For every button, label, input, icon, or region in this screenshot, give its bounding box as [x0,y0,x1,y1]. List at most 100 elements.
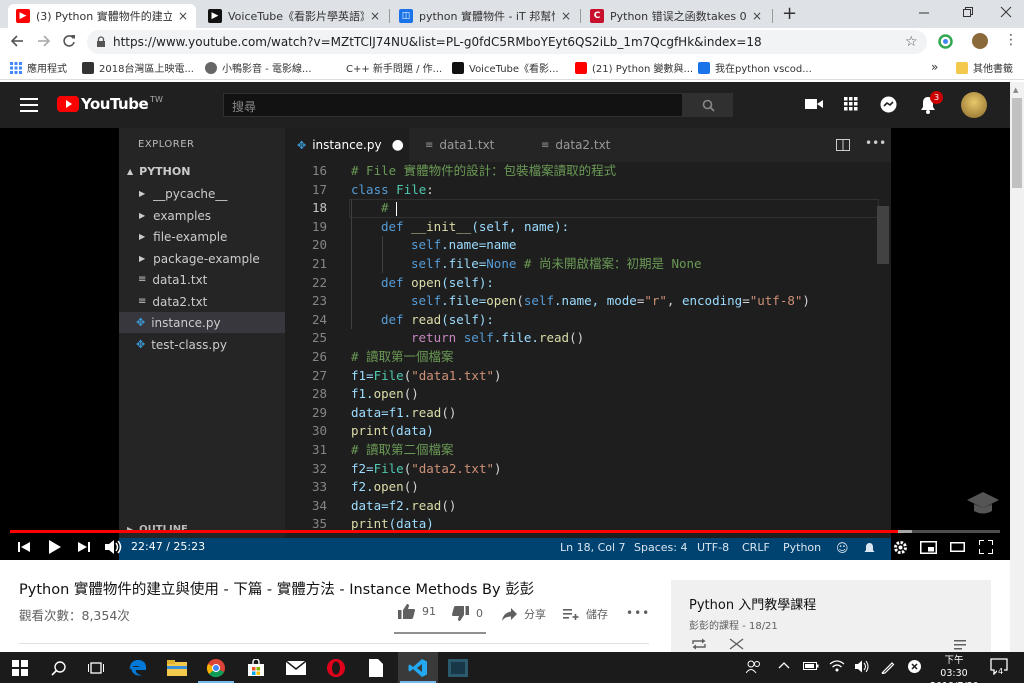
code-line-33: f2.open() [351,478,419,497]
chrome-icon[interactable] [204,656,228,680]
code-token: read [538,330,570,346]
extension-icon[interactable] [938,34,953,49]
dislike-button[interactable]: 0 [452,606,483,621]
volume-icon[interactable] [105,540,123,554]
other-bookmarks[interactable]: 其他書籤 [956,60,1013,75]
tree-item[interactable]: ▶ examples [119,205,285,226]
fullscreen-icon[interactable] [979,540,993,554]
video-progress-bar[interactable] [10,530,1000,533]
editor-tab-instance[interactable]: ✥ instance.py ● [285,128,409,162]
scrollbar-thumb[interactable] [1012,98,1022,188]
clock[interactable]: 下午 03:30 2019/7/30 [930,654,979,693]
create-video-icon[interactable] [805,97,823,111]
theater-mode-icon[interactable] [950,542,965,552]
editor-tab-data2[interactable]: ≡ data2.txt [529,128,639,162]
code-editor[interactable]: 16 17 18 19 20 21 22 23 24 25 26 27 28 2… [285,162,891,538]
people-icon[interactable] [746,660,762,674]
bookmark-vscode[interactable]: 我在python vscod... [698,60,812,75]
loop-icon[interactable] [691,638,707,650]
battery-icon[interactable] [803,661,819,671]
bookmark-movies[interactable]: 2018台灣區上映電... [82,60,194,75]
miniplayer-icon[interactable] [920,541,937,554]
bookmark-duck[interactable]: 小鴨影音 - 電影線... [205,60,312,75]
profile-avatar[interactable] [972,33,988,49]
close-tab-icon[interactable]: × [370,9,380,23]
tab-voicetube[interactable]: ▶ VoiceTube《看影片學英語》60 × [200,4,388,28]
code-token: self [411,256,442,271]
playlist-panel[interactable]: Python 入門教學課程 彭彭的課程 - 18/21 [671,580,991,652]
tree-item[interactable]: ▶ __pycache__ [119,183,285,204]
close-circle-icon[interactable] [907,659,922,674]
mail-icon[interactable] [284,656,308,680]
close-tab-icon[interactable]: × [178,9,188,23]
file-explorer-icon[interactable] [165,656,189,680]
bookmark-python-variables[interactable]: (21) Python 變數與... [575,60,693,75]
task-view-icon[interactable] [84,656,108,680]
edge-browser-icon[interactable] [126,656,150,680]
pen-icon[interactable] [881,660,895,674]
search-icon[interactable] [46,656,70,680]
bookmark-voicetube[interactable]: VoiceTube《看影... [452,60,559,75]
tree-item[interactable]: ▶ package-example [119,248,285,269]
bookmarks-overflow-button[interactable]: » [931,60,938,74]
hamburger-menu-icon[interactable] [20,98,38,112]
shuffle-icon[interactable] [729,638,745,650]
back-arrow-icon[interactable] [10,34,24,48]
store-icon[interactable] [244,656,268,680]
bookmark-apps[interactable]: 應用程式 [10,60,67,75]
editor-scrollbar-thumb[interactable] [877,206,889,264]
apps-grid-icon[interactable] [844,97,858,111]
next-icon[interactable] [78,541,90,553]
tree-item[interactable]: ≡ data2.txt [119,291,285,312]
playlist-menu-icon[interactable] [954,638,970,650]
lock-icon[interactable] [96,36,106,48]
youtube-logo[interactable]: YouTube TW [57,95,163,113]
video-player[interactable]: EXPLORER ▲ PYTHON ▶ __pycache__ ▶ exampl… [0,128,1010,560]
close-window-icon[interactable] [1000,4,1012,20]
restore-icon[interactable] [962,4,974,20]
speaker-icon[interactable] [855,660,871,673]
chrome-menu-icon[interactable]: ⋮ [1004,32,1018,48]
share-button[interactable]: 分享 [502,606,546,622]
windows-start-icon[interactable] [8,656,32,680]
page-scrollbar[interactable]: ▲ [1010,82,1024,652]
settings-gear-icon[interactable] [893,540,908,555]
minimize-icon[interactable] [918,4,930,20]
opera-icon[interactable] [324,656,348,680]
chevron-up-icon[interactable] [778,661,790,669]
previous-icon[interactable] [18,541,30,553]
like-button[interactable]: 91 [398,604,436,619]
tab-youtube[interactable]: ▶ (3) Python 實體物件的建立與使用 × [8,4,196,28]
vscode-window: EXPLORER ▲ PYTHON ▶ __pycache__ ▶ exampl… [119,128,891,538]
split-editor-icon[interactable] [836,139,850,151]
more-actions-button[interactable]: ••• [626,606,650,620]
app-icon[interactable] [446,656,470,680]
address-bar[interactable]: https://www.youtube.com/watch?v=MZtTClJ7… [87,30,927,54]
folder-python[interactable]: ▲ PYTHON [119,161,285,182]
tree-item[interactable]: ✥ test-class.py [119,334,285,355]
reload-icon[interactable] [62,34,76,48]
wifi-icon[interactable] [829,659,845,673]
new-tab-button[interactable]: + [782,3,797,24]
forward-arrow-icon[interactable] [37,34,51,48]
close-tab-icon[interactable]: × [561,9,571,23]
messages-icon[interactable] [880,96,897,113]
bookmark-star-icon[interactable]: ☆ [905,34,918,50]
close-tab-icon[interactable]: × [752,9,762,23]
document-icon[interactable] [364,656,388,680]
scroll-up-icon[interactable]: ▲ [1013,86,1018,94]
tree-item-selected[interactable]: ✥ instance.py [119,312,285,333]
play-icon[interactable] [48,540,62,554]
vscode-icon[interactable] [406,656,430,680]
save-button[interactable]: 儲存 [563,606,608,622]
search-button[interactable] [683,93,733,117]
search-input[interactable]: 搜尋 [223,93,683,117]
tree-item[interactable]: ≡ data1.txt [119,269,285,290]
tab-ithome[interactable]: ◫ python 實體物件 - iT 邦幫忙::一 × [391,4,579,28]
bookmark-cpp[interactable]: C++ 新手問題 / 作... [329,60,442,75]
avatar[interactable] [961,92,987,118]
tab-csdn[interactable]: C Python 错误之函数takes 0 posit × [582,4,770,28]
more-actions-icon[interactable]: ••• [865,136,886,150]
editor-tab-data1[interactable]: ≡ data1.txt [413,128,523,162]
tree-item[interactable]: ▶ file-example [119,226,285,247]
